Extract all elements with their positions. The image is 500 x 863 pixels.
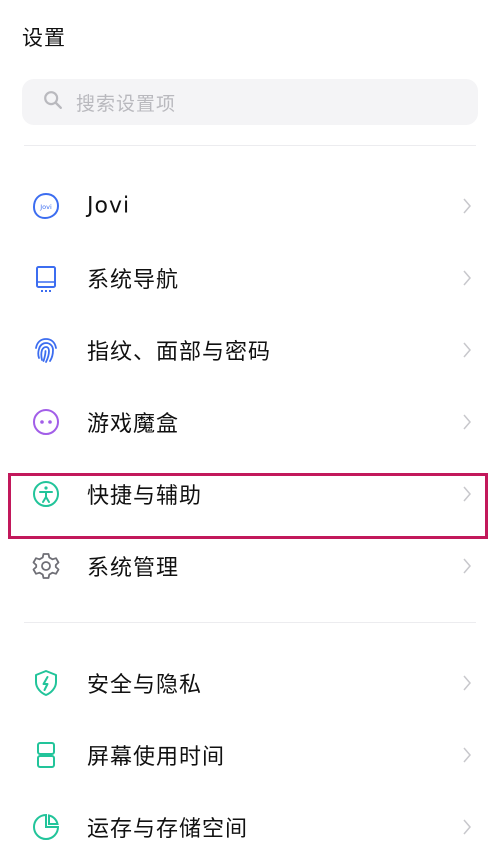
- settings-item-system-navigation[interactable]: 系统导航: [0, 242, 500, 314]
- chevron-right-icon: [462, 557, 472, 575]
- search-icon: [42, 89, 64, 115]
- settings-item-shortcuts-accessibility[interactable]: 快捷与辅助: [0, 458, 500, 530]
- jovi-icon: Jovi: [30, 190, 62, 222]
- divider: [24, 622, 476, 623]
- accessibility-icon: [30, 478, 62, 510]
- settings-item-label: 快捷与辅助: [87, 484, 203, 509]
- settings-item-screen-time[interactable]: 屏幕使用时间: [0, 719, 500, 791]
- settings-item-label: 安全与隐私: [87, 673, 203, 698]
- search-input[interactable]: 搜索设置项: [22, 79, 478, 125]
- chevron-right-icon: [462, 674, 472, 692]
- shield-icon: [30, 667, 62, 699]
- settings-item-label: 运存与存储空间: [87, 817, 249, 842]
- settings-section-secondary: 安全与隐私 屏幕使用时间 运存与存储空间: [0, 647, 500, 863]
- chevron-right-icon: [462, 746, 472, 764]
- settings-item-label: 系统导航: [87, 268, 180, 293]
- game-box-icon: [30, 406, 62, 438]
- system-navigation-icon: [30, 262, 62, 294]
- settings-item-fingerprint-face-password[interactable]: 指纹、面部与密码: [0, 314, 500, 386]
- chevron-right-icon: [462, 269, 472, 287]
- settings-item-memory-storage[interactable]: 运存与存储空间: [0, 791, 500, 863]
- chevron-right-icon: [462, 413, 472, 431]
- storage-icon: [30, 811, 62, 843]
- settings-item-system-management[interactable]: 系统管理: [0, 530, 500, 602]
- chevron-right-icon: [462, 818, 472, 836]
- gear-icon: [30, 550, 62, 582]
- divider: [24, 145, 476, 146]
- chevron-right-icon: [462, 197, 472, 215]
- settings-item-label: 系统管理: [87, 556, 180, 581]
- page-title: 设置: [22, 26, 66, 50]
- hourglass-icon: [30, 739, 62, 771]
- settings-item-label: 屏幕使用时间: [87, 745, 226, 770]
- settings-item-game-box[interactable]: 游戏魔盒: [0, 386, 500, 458]
- chevron-right-icon: [462, 341, 472, 359]
- settings-item-security-privacy[interactable]: 安全与隐私: [0, 647, 500, 719]
- search-placeholder: 搜索设置项: [76, 92, 177, 115]
- settings-section-primary: Jovi Jovi 系统导航 指纹、面部与密码 游戏魔盒 快捷与辅助 系统管理: [0, 170, 500, 602]
- settings-item-label: 游戏魔盒: [87, 412, 180, 437]
- chevron-right-icon: [462, 485, 472, 503]
- settings-item-label: 指纹、面部与密码: [87, 340, 272, 365]
- fingerprint-icon: [30, 334, 62, 366]
- settings-item-jovi[interactable]: Jovi Jovi: [0, 170, 500, 242]
- settings-item-label: Jovi: [87, 193, 131, 219]
- svg-text:Jovi: Jovi: [39, 203, 52, 211]
